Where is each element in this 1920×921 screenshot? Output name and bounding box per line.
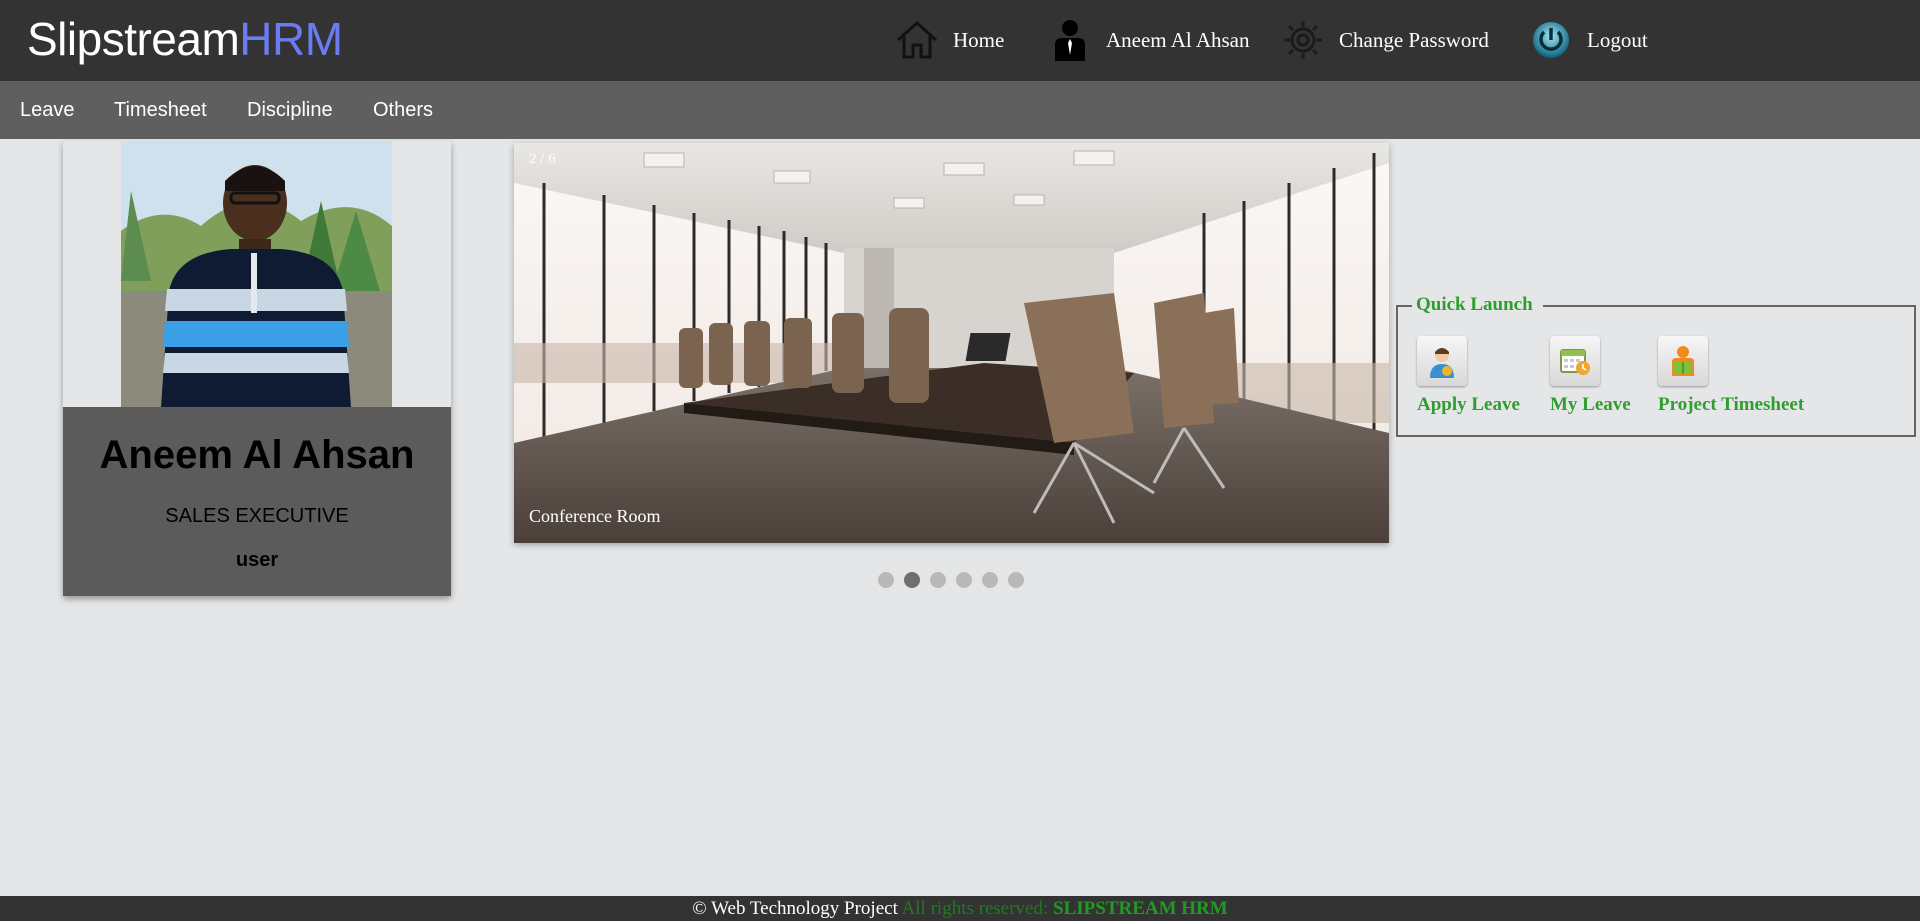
main-menu-bar: Leave Timesheet Discipline Others <box>0 81 1920 139</box>
slide-dot-2[interactable] <box>904 572 920 588</box>
nav-home[interactable]: Home <box>895 18 1004 62</box>
quick-launch-apply-leave[interactable]: Apply Leave <box>1417 336 1520 416</box>
quick-launch-title: Quick Launch <box>1416 294 1533 315</box>
quick-launch-project-timesheet-label: Project Timesheet <box>1658 394 1805 415</box>
profile-name: Aneem Al Ahsan <box>99 433 415 477</box>
quick-launch-my-leave[interactable]: My Leave <box>1550 336 1631 416</box>
quick-launch-apply-leave-label: Apply Leave <box>1417 394 1520 415</box>
top-header: SlipstreamHRM Home Aneem Al Ahsan Change… <box>0 0 1920 81</box>
slide-caption: Conference Room <box>529 506 661 526</box>
gear-icon <box>1281 18 1325 62</box>
nav-change-password[interactable]: Change Password <box>1281 18 1489 62</box>
quick-launch-border-right <box>1543 305 1914 307</box>
quick-launch-border-left <box>1398 305 1412 307</box>
nav-profile-label: Aneem Al Ahsan <box>1106 27 1250 52</box>
profile-designation: SALES EXECUTIVE <box>165 505 349 527</box>
footer-copyright: © Web Technology Project <box>692 898 898 919</box>
profile-photo-area <box>63 141 451 407</box>
calendar-icon <box>1550 336 1600 386</box>
slide-dot-1[interactable] <box>878 572 894 588</box>
menu-discipline[interactable]: Discipline <box>247 81 333 139</box>
nav-logout-label: Logout <box>1587 27 1648 52</box>
menu-timesheet[interactable]: Timesheet <box>114 81 207 139</box>
menu-leave[interactable]: Leave <box>20 81 75 139</box>
power-icon <box>1529 18 1573 62</box>
quick-launch-panel: Quick Launch Apply Leave My Leave Projec… <box>1396 294 1916 437</box>
quick-launch-my-leave-label: My Leave <box>1550 394 1631 415</box>
profile-role: user <box>235 549 279 571</box>
quick-launch-project-timesheet[interactable]: Project Timesheet <box>1658 336 1804 416</box>
nav-profile[interactable]: Aneem Al Ahsan <box>1048 18 1249 62</box>
nav-logout[interactable]: Logout <box>1529 18 1648 62</box>
user-icon <box>1048 18 1092 62</box>
apply-leave-icon <box>1417 336 1467 386</box>
home-icon <box>895 18 939 62</box>
timesheet-icon <box>1658 336 1708 386</box>
slide-dot-3[interactable] <box>930 572 946 588</box>
profile-card: Aneem Al Ahsan SALES EXECUTIVE user <box>63 141 451 596</box>
nav-change-password-label: Change Password <box>1339 27 1489 52</box>
conference-room-image <box>514 143 1389 543</box>
menu-others[interactable]: Others <box>373 81 433 139</box>
footer: © Web Technology Project All rights rese… <box>0 896 1920 921</box>
profile-photo <box>121 141 392 407</box>
slide-counter: 2 / 6 <box>529 151 556 167</box>
slide-dot-6[interactable] <box>1008 572 1024 588</box>
slide-dot-4[interactable] <box>956 572 972 588</box>
slideshow[interactable]: 2 / 6 Conference Room <box>514 143 1389 543</box>
footer-rights: All rights reserved: <box>897 898 1053 919</box>
nav-home-label: Home <box>953 27 1005 52</box>
profile-info: Aneem Al Ahsan SALES EXECUTIVE user <box>63 407 451 596</box>
top-nav: Home Aneem Al Ahsan Change Password Logo… <box>0 0 1920 81</box>
footer-brand: SLIPSTREAM HRM <box>1053 898 1228 919</box>
slide-dot-5[interactable] <box>982 572 998 588</box>
